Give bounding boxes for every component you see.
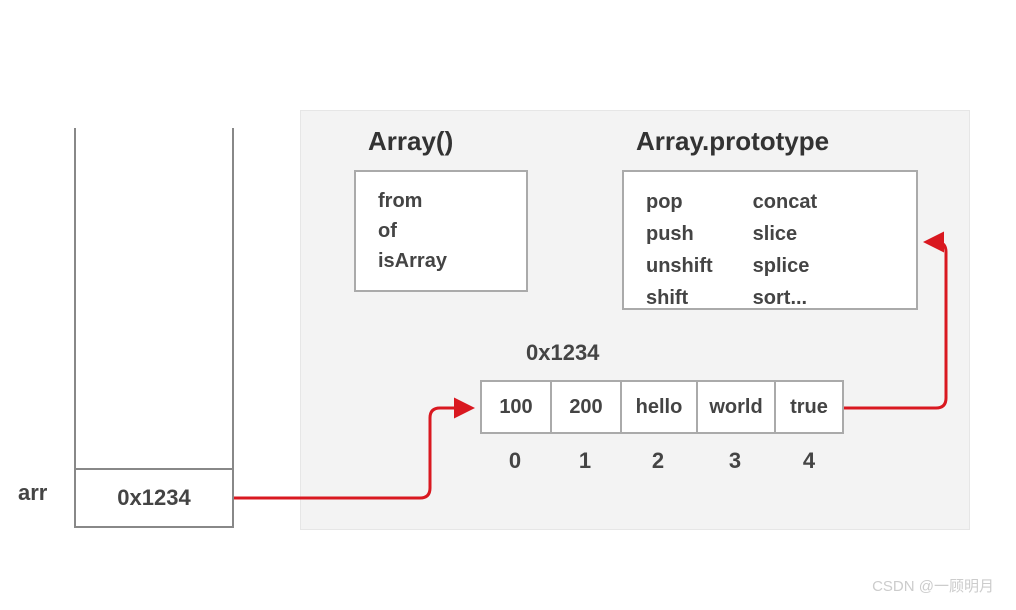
proto-method: shift bbox=[646, 282, 713, 314]
array-indices: 0 1 2 3 4 bbox=[480, 448, 844, 474]
array-cell: 100 bbox=[480, 380, 550, 434]
array-index: 4 bbox=[774, 448, 844, 474]
proto-method: unshift bbox=[646, 250, 713, 282]
proto-col-1: pop push unshift shift bbox=[646, 186, 713, 294]
stack-cell-address: 0x1234 bbox=[76, 468, 232, 526]
array-index: 2 bbox=[620, 448, 696, 474]
proto-method: splice bbox=[753, 250, 817, 282]
array-method: of bbox=[378, 216, 504, 246]
array-method: isArray bbox=[378, 246, 504, 276]
array-index: 1 bbox=[550, 448, 620, 474]
array-constructor-title: Array() bbox=[368, 126, 453, 157]
proto-method: push bbox=[646, 218, 713, 250]
watermark: CSDN @一顾明月 bbox=[872, 575, 994, 596]
proto-method: concat bbox=[753, 186, 817, 218]
array-method: from bbox=[378, 186, 504, 216]
instance-address-label: 0x1234 bbox=[526, 340, 599, 366]
array-constructor-box: from of isArray bbox=[354, 170, 528, 292]
array-index: 0 bbox=[480, 448, 550, 474]
proto-method: slice bbox=[753, 218, 817, 250]
proto-method: pop bbox=[646, 186, 713, 218]
variable-name-label: arr bbox=[18, 480, 47, 506]
proto-col-2: concat slice splice sort... bbox=[753, 186, 817, 294]
array-cell: world bbox=[696, 380, 774, 434]
array-prototype-title: Array.prototype bbox=[636, 126, 829, 157]
array-cell: 200 bbox=[550, 380, 620, 434]
array-prototype-box: pop push unshift shift concat slice spli… bbox=[622, 170, 918, 310]
stack-box: 0x1234 bbox=[74, 128, 234, 528]
diagram-canvas: arr 0x1234 Array() from of isArray Array… bbox=[0, 0, 1016, 610]
array-cell: true bbox=[774, 380, 844, 434]
array-cells: 100 200 hello world true bbox=[480, 380, 844, 434]
proto-method: sort... bbox=[753, 282, 817, 314]
array-cell: hello bbox=[620, 380, 696, 434]
array-index: 3 bbox=[696, 448, 774, 474]
